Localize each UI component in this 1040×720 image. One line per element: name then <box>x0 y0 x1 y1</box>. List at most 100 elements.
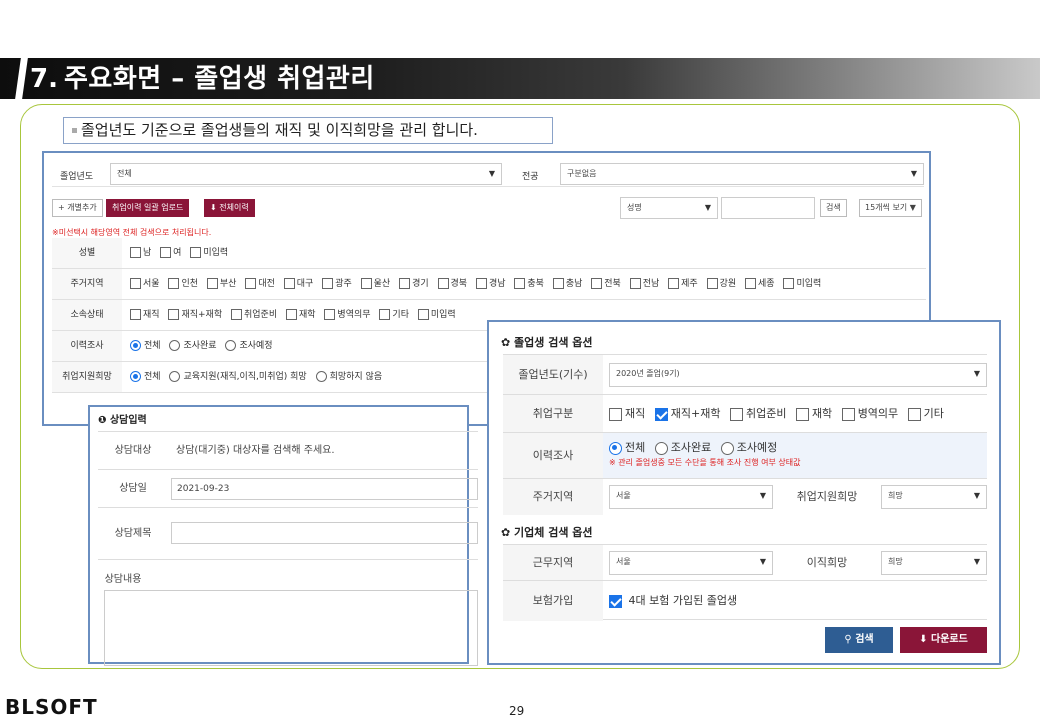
per-page-value: 15개씩 보기 <box>865 203 908 212</box>
checkbox-icon <box>706 278 718 289</box>
checkbox-option[interactable]: 재학 <box>795 395 832 433</box>
insurance-option[interactable]: 4대 보험 가입된 졸업생 <box>609 581 987 621</box>
checkbox-option[interactable]: 취업준비 <box>230 300 277 330</box>
option-label: 충남 <box>565 279 583 289</box>
counsel-date-input[interactable]: 2021-09-23 <box>171 478 478 500</box>
checkbox-option[interactable]: 대전 <box>245 269 275 299</box>
option-label: 전북 <box>604 279 621 289</box>
option-label: 경북 <box>450 279 468 289</box>
checkbox-option[interactable]: 미입력 <box>417 300 456 330</box>
radio-option[interactable]: 전체 <box>130 362 161 392</box>
checkbox-option[interactable]: 취업준비 <box>729 395 787 433</box>
move-select[interactable]: 희망 ▼ <box>881 551 987 575</box>
checkbox-option[interactable]: 기타 <box>379 300 409 330</box>
option-label: 경남 <box>488 279 506 289</box>
counsel-content-textarea[interactable] <box>104 590 478 666</box>
checkbox-option[interactable]: 광주 <box>322 269 352 299</box>
option-label: 여 <box>173 248 182 258</box>
checkbox-option[interactable]: 병역의무 <box>324 300 371 330</box>
checkbox-option[interactable]: 인천 <box>168 269 198 299</box>
checkbox-option[interactable]: 세종 <box>745 269 775 299</box>
option-label: 광주 <box>335 279 352 289</box>
chevron-down-icon: ▼ <box>759 491 766 500</box>
checkbox-option[interactable]: 여 <box>160 238 181 268</box>
radio-option[interactable]: 전체 <box>609 439 645 455</box>
checkbox-icon <box>783 278 795 289</box>
checkbox-option[interactable]: 부산 <box>206 269 236 299</box>
page-title: 주요화면 – 졸업생 취업관리 <box>64 64 375 94</box>
grad-year-value: 전체 <box>117 169 132 178</box>
gender-label: 성별 <box>52 238 122 268</box>
major-select[interactable]: 구분없음 ▼ <box>560 163 924 185</box>
option-label: 기타 <box>392 310 409 320</box>
support-label: 취업지원희망 <box>52 362 122 392</box>
chevron-down-icon: ▼ <box>910 169 917 178</box>
checkbox-option[interactable]: 재학 <box>285 300 316 330</box>
checkbox-option[interactable]: 서울 <box>130 269 160 299</box>
checkbox-option[interactable]: 울산 <box>360 269 390 299</box>
support-select[interactable]: 희망 ▼ <box>881 485 987 509</box>
option-label: 대전 <box>258 279 275 289</box>
per-page-select[interactable]: 15개씩 보기 ▼ <box>859 199 922 217</box>
note-text: 졸업년도 기준으로 졸업생들의 재직 및 이직희망을 관리 합니다. <box>81 121 478 139</box>
radio-option[interactable]: 교육지원(재직,이직,미취업) 희망 <box>169 362 307 392</box>
checkbox-icon <box>168 278 180 289</box>
search-field-value: 성명 <box>627 203 642 212</box>
page-number: 29 <box>509 704 525 718</box>
checkbox-option[interactable]: 경남 <box>475 269 506 299</box>
download-icon: ⬇ <box>919 634 932 645</box>
gender-row: 성별 남 여 미입력 <box>52 238 926 269</box>
checkbox-icon <box>168 309 180 320</box>
checkbox-option[interactable]: 충남 <box>552 269 583 299</box>
all-history-button[interactable]: ⬇ 전체이력 <box>204 199 255 217</box>
checkbox-icon <box>841 407 855 421</box>
counsel-subject-input[interactable] <box>171 522 478 544</box>
search-button[interactable]: 검색 <box>820 199 847 217</box>
radio-option[interactable]: 조사완료 <box>654 439 711 455</box>
job-type-label: 취업구분 <box>503 395 603 433</box>
checkbox-option[interactable]: 강원 <box>706 269 736 299</box>
checkbox-option[interactable]: 대구 <box>283 269 313 299</box>
checkbox-option[interactable]: 경기 <box>399 269 429 299</box>
region-select[interactable]: 서울 ▼ <box>609 485 773 509</box>
option-label: 재직+재학 <box>670 407 721 420</box>
work-region-select[interactable]: 서울 ▼ <box>609 551 773 575</box>
checkbox-option[interactable]: 미입력 <box>190 238 228 268</box>
search-input[interactable] <box>721 197 815 219</box>
radio-option[interactable]: 조사예정 <box>225 331 273 361</box>
search-field-select[interactable]: 성명 ▼ <box>620 197 718 219</box>
option-label: 취업준비 <box>745 407 787 420</box>
checkbox-option[interactable]: 재직 <box>609 395 645 433</box>
company-logo: BLSOFT <box>5 695 98 719</box>
radio-option[interactable]: 전체 <box>130 331 161 361</box>
option-label: 전남 <box>642 279 660 289</box>
bulk-upload-button[interactable]: 취업이력 일괄 업로드 <box>106 199 190 217</box>
radio-option[interactable]: 조사예정 <box>720 439 777 455</box>
checkbox-option[interactable]: 남 <box>130 238 151 268</box>
option-label: 교육지원(재직,이직,미취업) 희망 <box>183 372 307 382</box>
search-submit-button[interactable]: ⚲ 검색 <box>825 627 893 653</box>
add-individual-button[interactable]: + 개별추가 <box>52 199 103 217</box>
download-button[interactable]: ⬇ 다운로드 <box>900 627 987 653</box>
checkbox-icon <box>668 278 680 289</box>
checkbox-icon <box>745 278 756 289</box>
checkbox-option[interactable]: 전북 <box>591 269 621 299</box>
checkbox-option[interactable]: 제주 <box>668 269 698 299</box>
checkbox-option[interactable]: 재직+재학 <box>168 300 222 330</box>
counsel-input-panel: ❶ 상담입력 상담대상 상담(대기중) 대상자를 검색해 주세요. 상담일 20… <box>88 405 478 666</box>
radio-option[interactable]: 조사완료 <box>169 331 217 361</box>
checkbox-option[interactable]: 경북 <box>437 269 468 299</box>
checkbox-option[interactable]: 미입력 <box>783 269 821 299</box>
option-label: 전체 <box>144 372 161 382</box>
radio-option[interactable]: 희망하지 않음 <box>315 362 382 392</box>
checkbox-option[interactable]: 재직+재학 <box>654 395 721 433</box>
insurance-label: 보험가입 <box>503 581 603 621</box>
checkbox-option[interactable]: 기타 <box>907 395 944 433</box>
grad-year-select[interactable]: 2020년 졸업(9기) ▼ <box>609 363 987 387</box>
grad-year-select[interactable]: 전체 ▼ <box>110 163 502 185</box>
checkbox-option[interactable]: 재직 <box>130 300 160 330</box>
checkbox-option[interactable]: 충북 <box>514 269 544 299</box>
checkbox-option[interactable]: 전남 <box>629 269 660 299</box>
checkbox-option[interactable]: 병역의무 <box>841 395 898 433</box>
checkbox-icon <box>230 309 242 320</box>
